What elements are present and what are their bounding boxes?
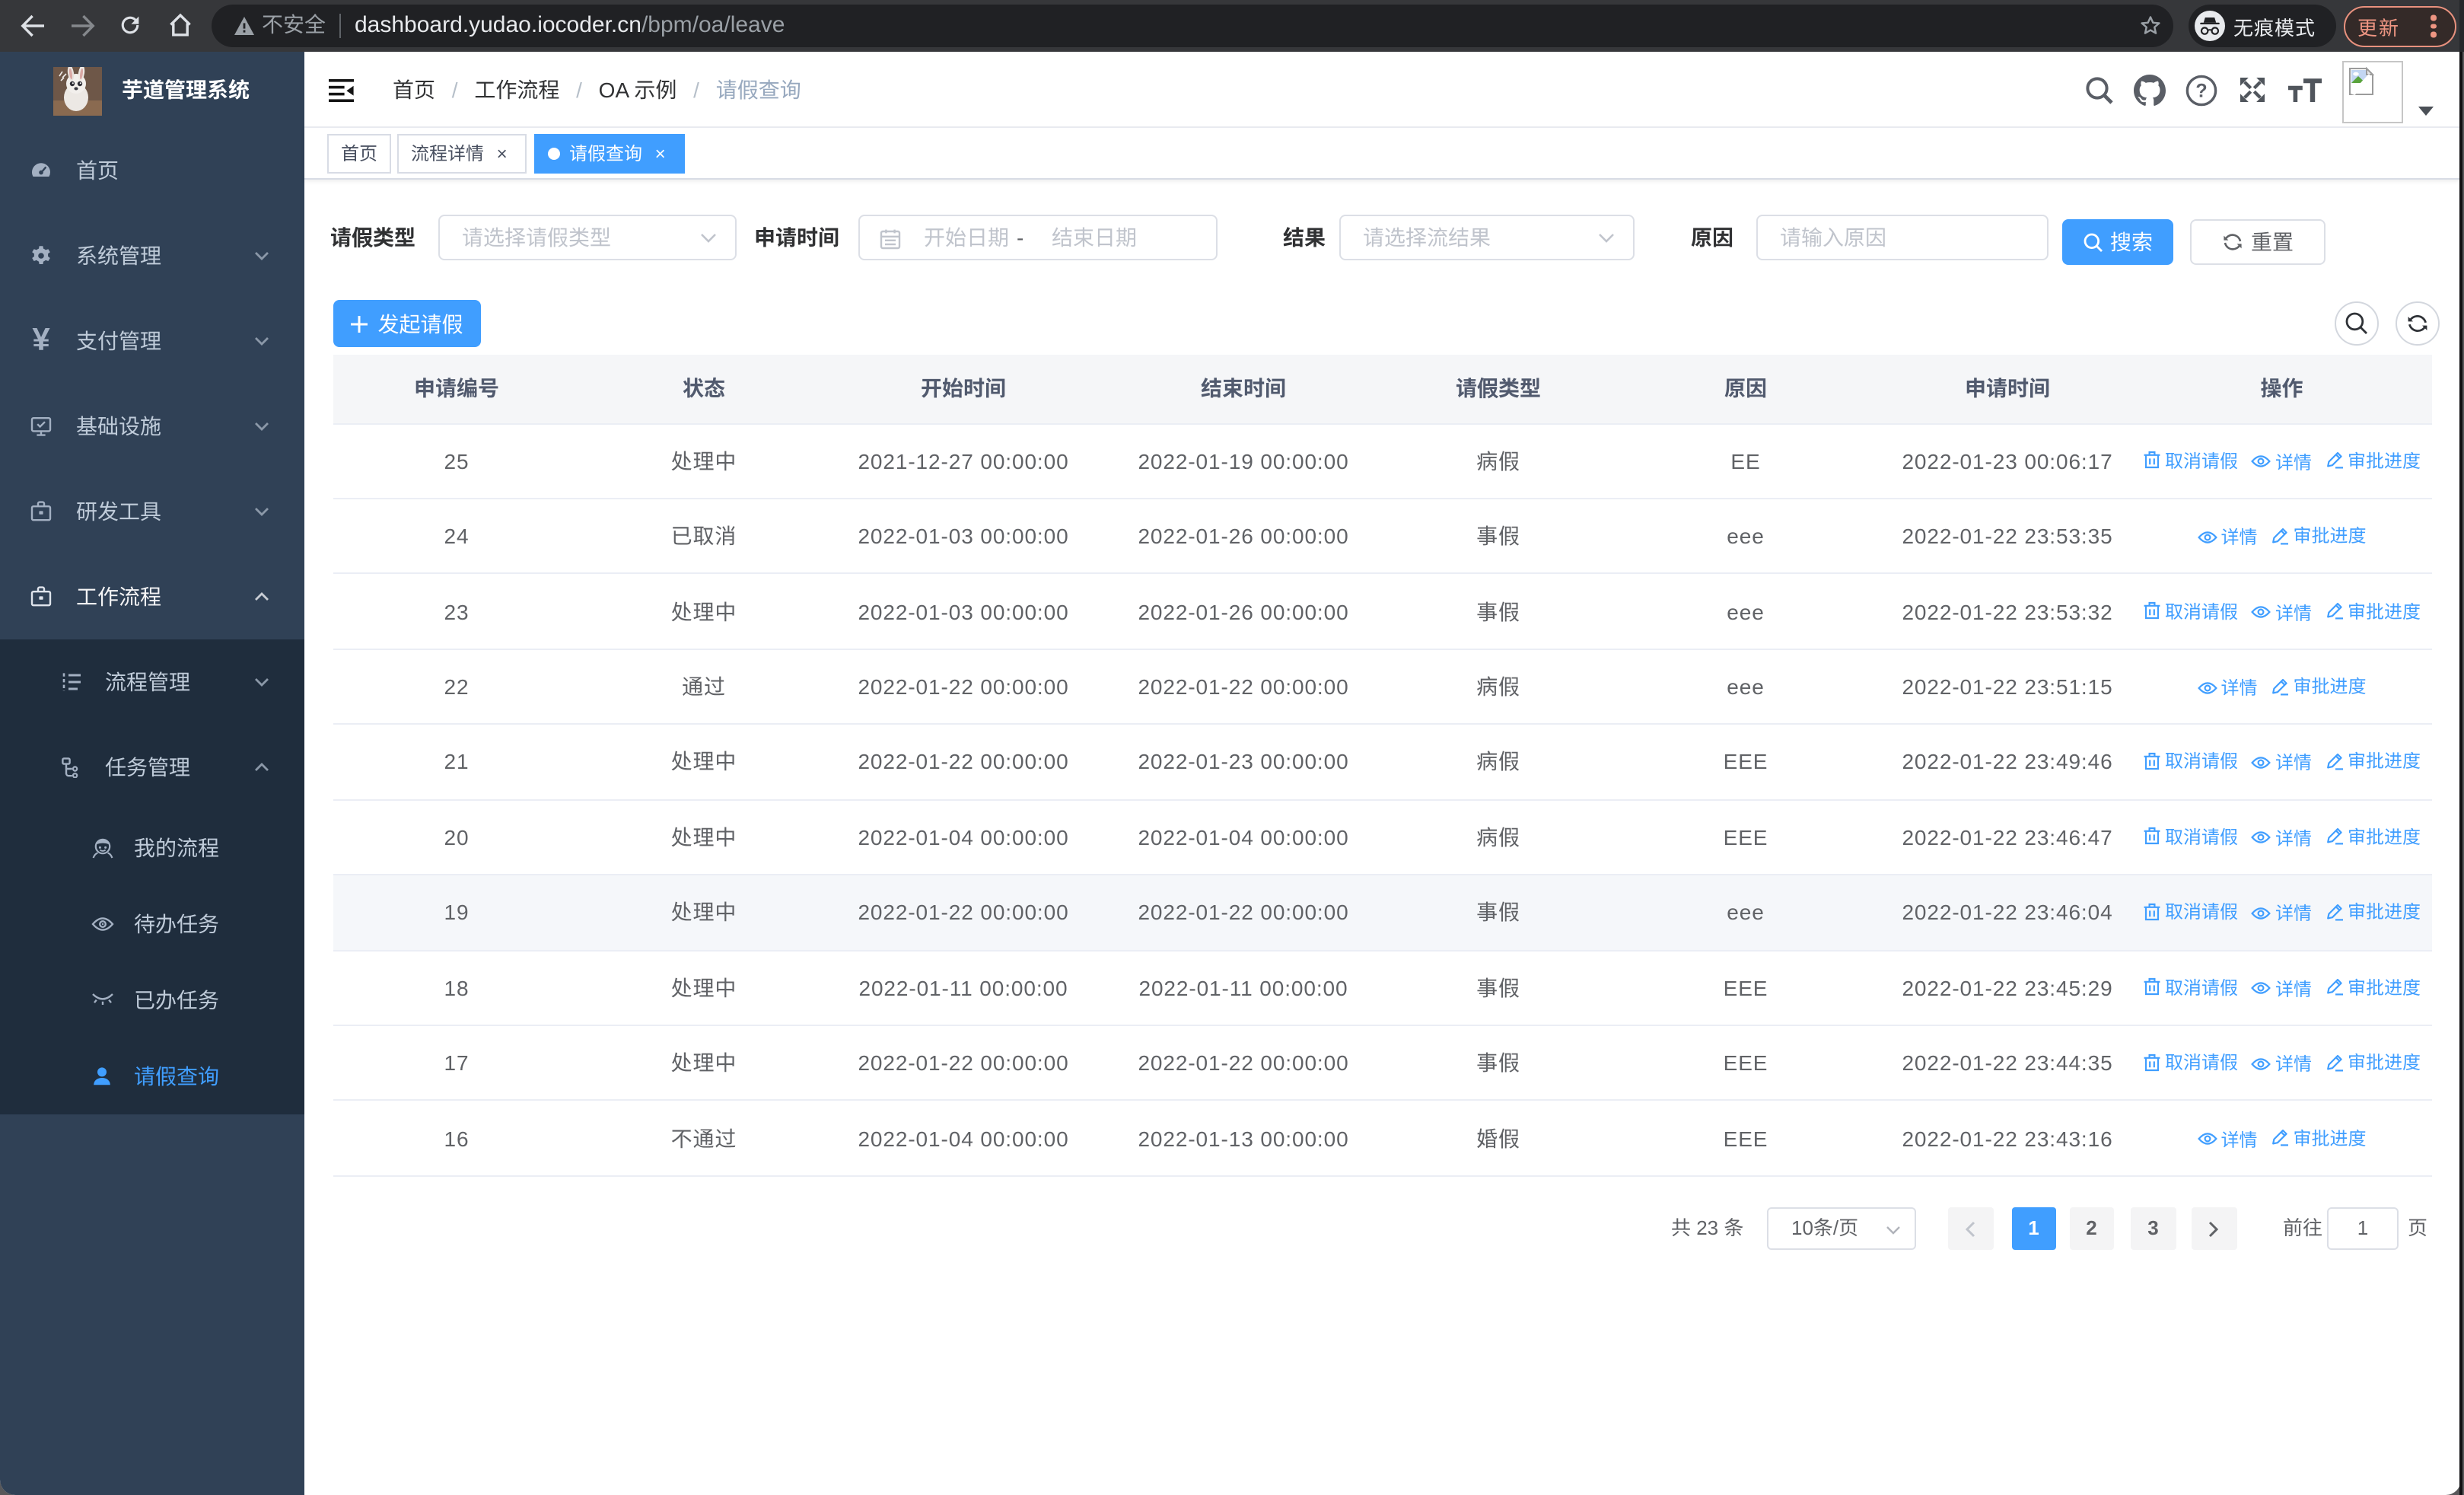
svg-text:?: ?	[2195, 80, 2206, 101]
